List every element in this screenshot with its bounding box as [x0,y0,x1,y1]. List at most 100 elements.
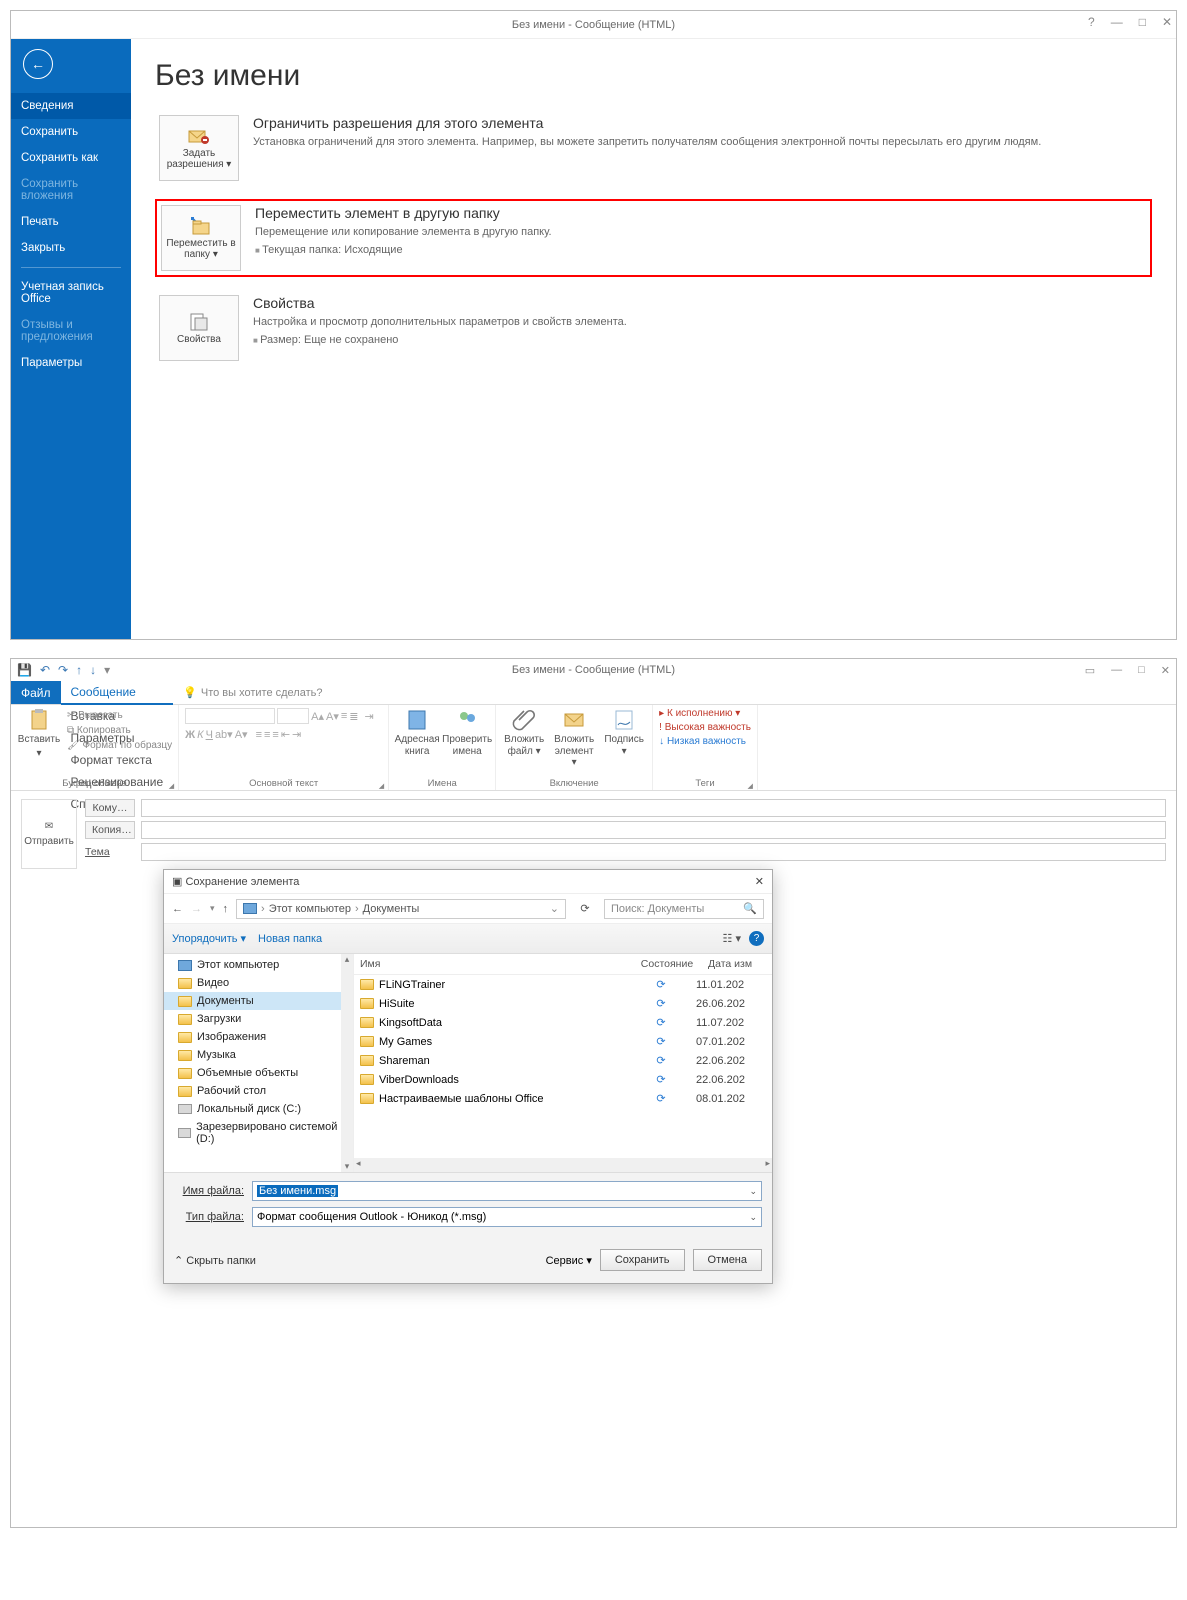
maximize-icon[interactable]: □ [1139,15,1146,29]
list-row[interactable]: Shareman ⟳ 22.06.202 [354,1051,772,1070]
maximize-icon[interactable]: □ [1138,664,1145,677]
copy-button[interactable]: ⧉ Копировать [67,723,172,738]
tree-item[interactable]: Загрузки [164,1010,353,1028]
subject-input[interactable] [141,843,1166,861]
breadcrumb[interactable]: › Этот компьютер › Документы ⌄ [236,899,566,919]
help-icon[interactable]: ? [749,931,764,946]
cc-button[interactable]: Копия… [85,821,135,839]
tree-item[interactable]: Этот компьютер [164,956,353,974]
up-icon[interactable]: ↑ [76,663,82,677]
check-names-button[interactable]: Проверить имена [445,708,489,757]
chevron-down-icon[interactable]: ⌄ [749,1186,757,1197]
col-date[interactable]: Дата изм [702,954,772,974]
list-row[interactable]: HiSuite ⟳ 26.06.202 [354,994,772,1013]
tree-item[interactable]: Документы [164,992,353,1010]
sidebar-item[interactable]: Сведения [11,93,131,119]
nav-recent-icon[interactable]: ▾ [210,903,215,914]
group-font-label[interactable]: Основной текст [185,778,382,789]
indent-icon[interactable]: ⇥ [365,710,374,723]
list-row[interactable]: Настраиваемые шаблоны Office ⟳ 08.01.202 [354,1089,772,1108]
indent2-icon[interactable]: ⇥ [292,728,301,741]
to-input[interactable] [141,799,1166,817]
dialog-close-icon[interactable]: ✕ [755,875,764,888]
sidebar-item[interactable]: Параметры [11,350,131,376]
attach-item-button[interactable]: Вложить элемент ▾ [552,708,596,769]
font-color-icon[interactable]: A▾ [235,728,248,741]
tools-button[interactable]: Сервис ▾ [546,1254,592,1267]
inc-font-icon[interactable]: A▴ [311,710,324,723]
save-button[interactable]: Сохранить [600,1249,685,1271]
list-scrollbar[interactable]: ◂▸ [354,1158,772,1172]
high-importance-button[interactable]: ! Высокая важность [659,722,751,733]
crumb-docs[interactable]: Документы [363,903,420,915]
sidebar-item[interactable]: Печать [11,209,131,235]
redo-icon[interactable]: ↷ [58,663,68,677]
view-button[interactable]: ☷ ▾ [723,932,741,945]
qat-customize-icon[interactable]: ▾ [104,663,110,677]
sidebar-item[interactable]: Сохранить как [11,145,131,171]
action-tile[interactable]: Свойства [159,295,239,361]
filename-input[interactable]: Без имени.msg ⌄ [252,1181,762,1201]
organize-button[interactable]: Упорядочить ▾ [172,932,246,945]
back-button[interactable]: ← [23,49,53,79]
action-tile[interactable]: Задать разрешения ▾ [159,115,239,181]
list-row[interactable]: KingsoftData ⟳ 11.07.202 [354,1013,772,1032]
tab-file[interactable]: Файл [11,681,61,704]
list-row[interactable]: ViberDownloads ⟳ 22.06.202 [354,1070,772,1089]
sidebar-item[interactable]: Сохранить [11,119,131,145]
minimize-icon[interactable]: — [1111,15,1123,29]
new-folder-button[interactable]: Новая папка [258,933,322,945]
list-row[interactable]: FLiNGTrainer ⟳ 11.01.202 [354,975,772,994]
tree-item[interactable]: Видео [164,974,353,992]
tree-item[interactable]: Рабочий стол [164,1082,353,1100]
cancel-button[interactable]: Отмена [693,1249,762,1271]
low-importance-button[interactable]: ↓ Низкая важность [659,736,746,747]
tree-item[interactable]: Локальный диск (C:) [164,1100,353,1118]
tree-item[interactable]: Объемные объекты [164,1064,353,1082]
font-size-combo[interactable] [277,708,309,724]
ribbon-display-icon[interactable]: ▭ [1085,664,1095,677]
tree-scrollbar[interactable]: ▴▾ [341,954,353,1172]
tree-item[interactable]: Музыка [164,1046,353,1064]
underline-button[interactable]: Ч [206,729,213,741]
hide-folders-button[interactable]: ⌃ Скрыть папки [174,1254,256,1267]
undo-icon[interactable]: ↶ [40,663,50,677]
cc-input[interactable] [141,821,1166,839]
align-center-icon[interactable]: ≡ [264,729,270,741]
paste-button[interactable]: Вставить ▾ [17,708,61,759]
outdent-icon[interactable]: ⇤ [281,728,290,741]
close-icon[interactable]: ✕ [1161,664,1170,677]
ribbon-tab[interactable]: Сообщение [61,681,174,705]
numbering-icon[interactable]: ≣ [349,710,358,723]
filetype-combo[interactable]: Формат сообщения Outlook - Юникод (*.msg… [252,1207,762,1227]
send-button[interactable]: ✉ Отправить [21,799,77,869]
col-state[interactable]: Состояние [632,954,702,974]
sidebar-item[interactable]: Закрыть [11,235,131,261]
save-icon[interactable]: 💾 [17,663,32,677]
search-box[interactable]: Поиск: Документы 🔍 [604,899,764,919]
attach-file-button[interactable]: Вложить файл ▾ [502,708,546,757]
sidebar-item[interactable]: Сохранить вложения [11,171,131,209]
bold-button[interactable]: Ж [185,729,195,741]
list-row[interactable]: My Games ⟳ 07.01.202 [354,1032,772,1051]
to-button[interactable]: Кому… [85,799,135,817]
refresh-icon[interactable]: ⟳ [574,902,596,915]
dec-font-icon[interactable]: A▾ [326,710,339,723]
align-left-icon[interactable]: ≡ [256,729,262,741]
highlight-icon[interactable]: ab▾ [215,728,233,741]
tree-item[interactable]: Изображения [164,1028,353,1046]
tree-item[interactable]: Зарезервировано системой (D:) [164,1118,353,1148]
italic-button[interactable]: К [197,729,203,741]
bullets-icon[interactable]: ≡ [341,710,347,722]
follow-up-button[interactable]: ▸ К исполнению ▾ [659,708,740,719]
font-family-combo[interactable] [185,708,275,724]
nav-back-icon[interactable]: ← [172,903,183,915]
signature-button[interactable]: Подпись ▾ [602,708,646,757]
crumb-pc[interactable]: Этот компьютер [269,903,351,915]
group-tags-label[interactable]: Теги [659,778,751,789]
align-right-icon[interactable]: ≡ [272,729,278,741]
down-icon[interactable]: ↓ [90,663,96,677]
col-name[interactable]: Имя [354,954,632,974]
nav-up-icon[interactable]: ↑ [223,903,229,915]
tell-me[interactable]: 💡 Что вы хотите сделать? [173,681,332,704]
